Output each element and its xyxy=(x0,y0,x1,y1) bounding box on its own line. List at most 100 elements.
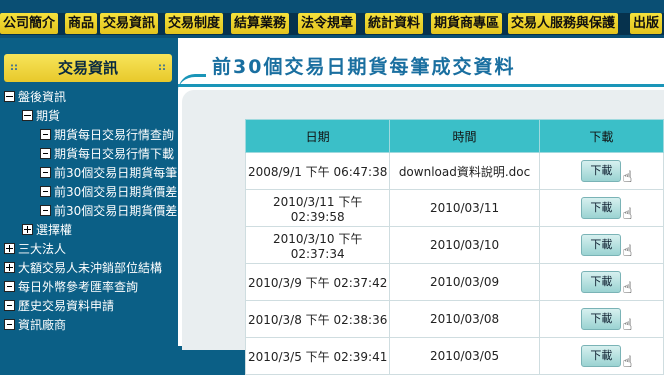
sidebar-item-label: 每日外幣參考匯率查詢 xyxy=(18,280,139,294)
table-row: 2010/3/8 下午 02:38:36 2010/03/08 下載 ☝ xyxy=(244,300,664,338)
download-button[interactable]: 下載 ☝ xyxy=(581,197,632,223)
sidebar: :: 交易資訊 :: 盤後資訊 期貨 期貨每日交易行情查詢 期貨每日交易行情下載… xyxy=(0,38,178,346)
expand-icon[interactable] xyxy=(22,224,33,235)
page-icon xyxy=(4,281,15,292)
title-underline xyxy=(178,84,664,87)
cell-download: 下載 ☝ xyxy=(538,337,664,375)
cell-date: 2008/9/1 下午 06:47:38 xyxy=(244,152,391,190)
page-icon xyxy=(40,167,51,178)
sidebar-header-dots-left: :: xyxy=(10,62,18,73)
download-button[interactable]: 下載 ☝ xyxy=(581,160,632,186)
column-header-date: 日期 xyxy=(244,119,391,153)
sidebar-item-label: 資訊廠商 xyxy=(18,318,67,332)
sidebar-header-dots-right: :: xyxy=(158,62,166,73)
column-header-download: 下載 xyxy=(538,119,664,153)
cell-download: 下載 ☝ xyxy=(538,300,664,338)
cell-time: 2010/03/05 xyxy=(389,337,540,375)
cell-date: 2010/3/11 下午 02:39:58 xyxy=(244,189,391,227)
sidebar-item-label: 前30個交易日期貨價差 xyxy=(54,185,178,199)
top-nav: 公司簡介 商品 交易資訊 交易制度 結算業務 法令規章 統計資料 期貨商專區 交… xyxy=(0,0,664,38)
sidebar-header-label: 交易資訊 xyxy=(57,59,118,77)
pointer-hand-icon: ☝ xyxy=(622,167,633,186)
sidebar-item-options[interactable]: 選擇權 xyxy=(22,221,72,239)
data-table: 日期 時間 下載 2008/9/1 下午 06:47:38 download資料… xyxy=(244,119,664,375)
cell-download: 下載 ☝ xyxy=(538,263,664,301)
sidebar-item-daily-quotes[interactable]: 期貨每日交易行情查詢 xyxy=(40,126,174,144)
page-icon xyxy=(40,205,51,216)
sidebar-item-label: 前30個交易日期貨價差 xyxy=(54,204,178,218)
column-header-time: 時間 xyxy=(389,119,540,153)
table-row: 2008/9/1 下午 06:47:38 download資料說明.doc 下載… xyxy=(244,152,664,190)
cell-time: 2010/03/08 xyxy=(389,300,540,338)
cell-download: 下載 ☝ xyxy=(538,152,664,190)
cell-download: 下載 ☝ xyxy=(538,189,664,227)
download-button[interactable]: 下載 ☝ xyxy=(581,234,632,260)
table-row: 2010/3/5 下午 02:39:41 2010/03/05 下載 ☝ xyxy=(244,337,664,375)
download-button-label: 下載 xyxy=(590,201,613,214)
table-header-row: 日期 時間 下載 xyxy=(244,119,664,153)
collapse-icon[interactable] xyxy=(4,91,15,102)
sidebar-item-futures[interactable]: 期貨 xyxy=(22,107,60,125)
download-button-label: 下載 xyxy=(590,349,613,362)
nav-item-company[interactable]: 公司簡介 xyxy=(0,13,59,34)
sidebar-item-label: 期貨 xyxy=(36,109,61,123)
sidebar-item-label: 歷史交易資料申請 xyxy=(18,299,115,313)
pointer-hand-icon: ☝ xyxy=(622,204,633,223)
collapse-icon[interactable] xyxy=(22,110,33,121)
nav-item-settlement[interactable]: 結算業務 xyxy=(231,13,290,34)
cell-date: 2010/3/8 下午 02:38:36 xyxy=(244,300,391,338)
sidebar-item-tick-data[interactable]: 前30個交易日期貨每筆 xyxy=(40,164,177,182)
sidebar-item-vendors[interactable]: 資訊廠商 xyxy=(4,316,66,334)
cell-time: 2010/03/09 xyxy=(389,263,540,301)
sidebar-item-label: 三大法人 xyxy=(18,242,67,256)
sidebar-item-after-hours[interactable]: 盤後資訊 xyxy=(4,88,66,106)
table-row: 2010/3/9 下午 02:37:42 2010/03/09 下載 ☝ xyxy=(244,263,664,301)
sidebar-item-label: 前30個交易日期貨每筆 xyxy=(54,166,178,180)
download-button-label: 下載 xyxy=(590,275,613,288)
nav-item-regulations[interactable]: 法令規章 xyxy=(298,13,357,34)
page-icon xyxy=(40,186,51,197)
expand-icon[interactable] xyxy=(4,243,15,254)
sidebar-item-daily-download[interactable]: 期貨每日交易行情下載 xyxy=(40,145,174,163)
pointer-hand-icon: ☝ xyxy=(622,352,633,371)
page-icon xyxy=(4,300,15,311)
cell-date: 2010/3/5 下午 02:39:41 xyxy=(244,337,391,375)
sidebar-item-institutional[interactable]: 三大法人 xyxy=(4,240,66,258)
cell-time: download資料說明.doc xyxy=(389,152,540,190)
download-button[interactable]: 下載 ☝ xyxy=(581,271,632,297)
cell-date: 2010/3/9 下午 02:37:42 xyxy=(244,263,391,301)
nav-item-trading-system[interactable]: 交易制度 xyxy=(165,13,224,34)
sidebar-item-history-request[interactable]: 歷史交易資料申請 xyxy=(4,297,114,315)
main-content: 前30個交易日期貨每筆成交資料 日期 時間 下載 2008/9/1 下午 06:… xyxy=(178,38,664,375)
sidebar-item-large-traders[interactable]: 大額交易人未沖銷部位結構 xyxy=(4,259,162,277)
page-icon xyxy=(40,148,51,159)
nav-item-statistics[interactable]: 統計資料 xyxy=(365,13,424,34)
sidebar-item-spread-1[interactable]: 前30個交易日期貨價差 xyxy=(40,183,177,201)
sidebar-item-label: 大額交易人未沖銷部位結構 xyxy=(18,261,163,275)
cell-time: 2010/03/11 xyxy=(389,189,540,227)
sidebar-item-fx-rates[interactable]: 每日外幣參考匯率查詢 xyxy=(4,278,138,296)
cell-time: 2010/03/10 xyxy=(389,226,540,264)
sidebar-item-spread-2[interactable]: 前30個交易日期貨價差 xyxy=(40,202,177,220)
nav-item-investor-protection[interactable]: 交易人服務與保護 xyxy=(508,13,619,34)
nav-item-publications[interactable]: 出版 xyxy=(630,13,663,34)
sidebar-item-label: 期貨每日交易行情查詢 xyxy=(54,128,175,142)
pointer-hand-icon: ☝ xyxy=(622,241,633,260)
nav-item-products[interactable]: 商品 xyxy=(65,13,98,34)
cell-date: 2010/3/10 下午 02:37:34 xyxy=(244,226,391,264)
page-title: 前30個交易日期貨每筆成交資料 xyxy=(206,52,522,79)
download-button-label: 下載 xyxy=(590,164,613,177)
nav-item-trading-info[interactable]: 交易資訊 xyxy=(100,13,159,34)
title-swirl-decoration xyxy=(178,74,208,91)
sidebar-item-label: 選擇權 xyxy=(36,223,73,237)
sidebar-item-label: 期貨每日交易行情下載 xyxy=(54,147,175,161)
pointer-hand-icon: ☝ xyxy=(622,315,633,334)
download-button[interactable]: 下載 ☝ xyxy=(581,345,632,371)
pointer-hand-icon: ☝ xyxy=(622,278,633,297)
cell-download: 下載 ☝ xyxy=(538,226,664,264)
nav-item-fcm-zone[interactable]: 期貨商專區 xyxy=(431,13,503,34)
expand-icon[interactable] xyxy=(4,262,15,273)
sidebar-header: :: 交易資訊 :: xyxy=(4,54,172,82)
download-button-label: 下載 xyxy=(590,238,613,251)
download-button[interactable]: 下載 ☝ xyxy=(581,308,632,334)
